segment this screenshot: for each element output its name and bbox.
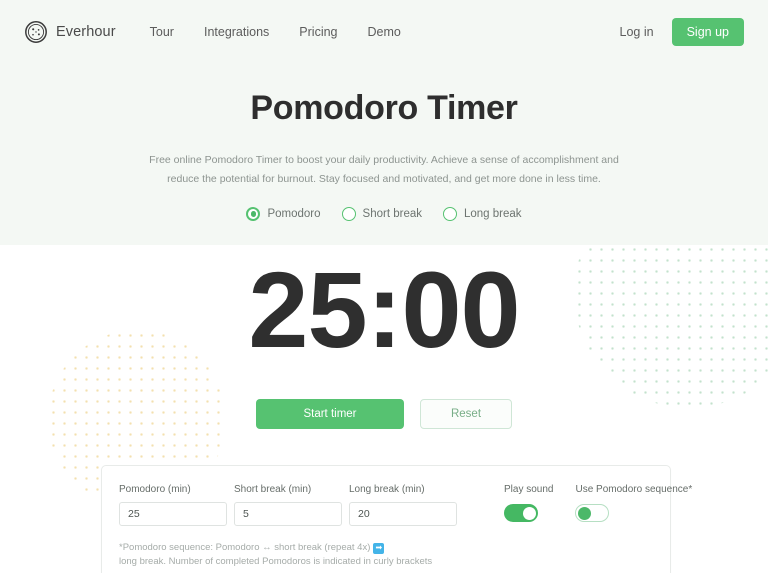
settings-row: Pomodoro (min) Short break (min) Long br… [119, 484, 692, 526]
hero-description: Free online Pomodoro Timer to boost your… [149, 154, 619, 185]
settings-footnote: *Pomodoro sequence: Pomodoro ↔ short bre… [119, 541, 653, 570]
play-sound-toggle-knob [522, 506, 536, 520]
toggle-label-pomodoro-sequence: Use Pomodoro sequence* [575, 484, 693, 495]
field-long-break: Long break (min) [349, 484, 457, 526]
mode-option-short-break[interactable]: Short break [341, 207, 422, 222]
field-label-short-break: Short break (min) [234, 484, 312, 495]
field-short-break: Short break (min) [234, 484, 342, 526]
mode-radio-group: Pomodoro Short break Long break [0, 207, 768, 222]
footnote-text-after: long break. Number of completed Pomodoro… [119, 556, 433, 568]
timer-display: 25:00 [248, 249, 520, 370]
footnote-text-before: *Pomodoro sequence: Pomodoro ↔ short bre… [119, 542, 371, 553]
mode-label-pomodoro: Pomodoro [267, 208, 321, 221]
settings-panel: Pomodoro (min) Short break (min) Long br… [101, 465, 692, 573]
pomodoro-timer-page: Everhour Tour Integrations Pricing Demo … [0, 0, 768, 573]
radio-icon-short-break[interactable] [341, 207, 356, 222]
right-arrow-icon: ➡ [373, 542, 385, 554]
radio-icon-long-break[interactable] [442, 207, 457, 222]
long-break-minutes-input[interactable] [349, 502, 457, 526]
hero-section: Pomodoro Timer Free online Pomodoro Time… [0, 0, 768, 222]
mode-label-long-break: Long break [463, 208, 522, 221]
mode-option-pomodoro[interactable]: Pomodoro [246, 207, 321, 222]
play-sound-toggle[interactable] [504, 504, 538, 522]
timer-controls: Start timer Reset [0, 399, 768, 429]
toggle-group-pomodoro-sequence: Use Pomodoro sequence* [575, 484, 692, 522]
mode-label-short-break: Short break [362, 208, 422, 221]
mode-option-long-break[interactable]: Long break [442, 207, 522, 222]
page-title: Pomodoro Timer [250, 89, 518, 127]
settings-toggles: Play sound Use Pomodoro sequence* [504, 484, 692, 522]
toggle-group-play-sound: Play sound [504, 484, 553, 522]
field-pomodoro: Pomodoro (min) [119, 484, 227, 526]
reset-button[interactable]: Reset [420, 399, 512, 429]
pomodoro-sequence-toggle[interactable] [575, 504, 610, 522]
timer-display-area: 25:00 [0, 256, 768, 364]
pomodoro-sequence-toggle-knob [577, 506, 591, 520]
pomodoro-minutes-input[interactable] [119, 502, 227, 526]
field-label-pomodoro: Pomodoro (min) [119, 484, 191, 495]
field-label-long-break: Long break (min) [349, 484, 425, 495]
start-timer-button[interactable]: Start timer [256, 399, 404, 429]
short-break-minutes-input[interactable] [234, 502, 342, 526]
radio-icon-pomodoro[interactable] [246, 207, 261, 222]
toggle-label-play-sound: Play sound [504, 484, 554, 495]
